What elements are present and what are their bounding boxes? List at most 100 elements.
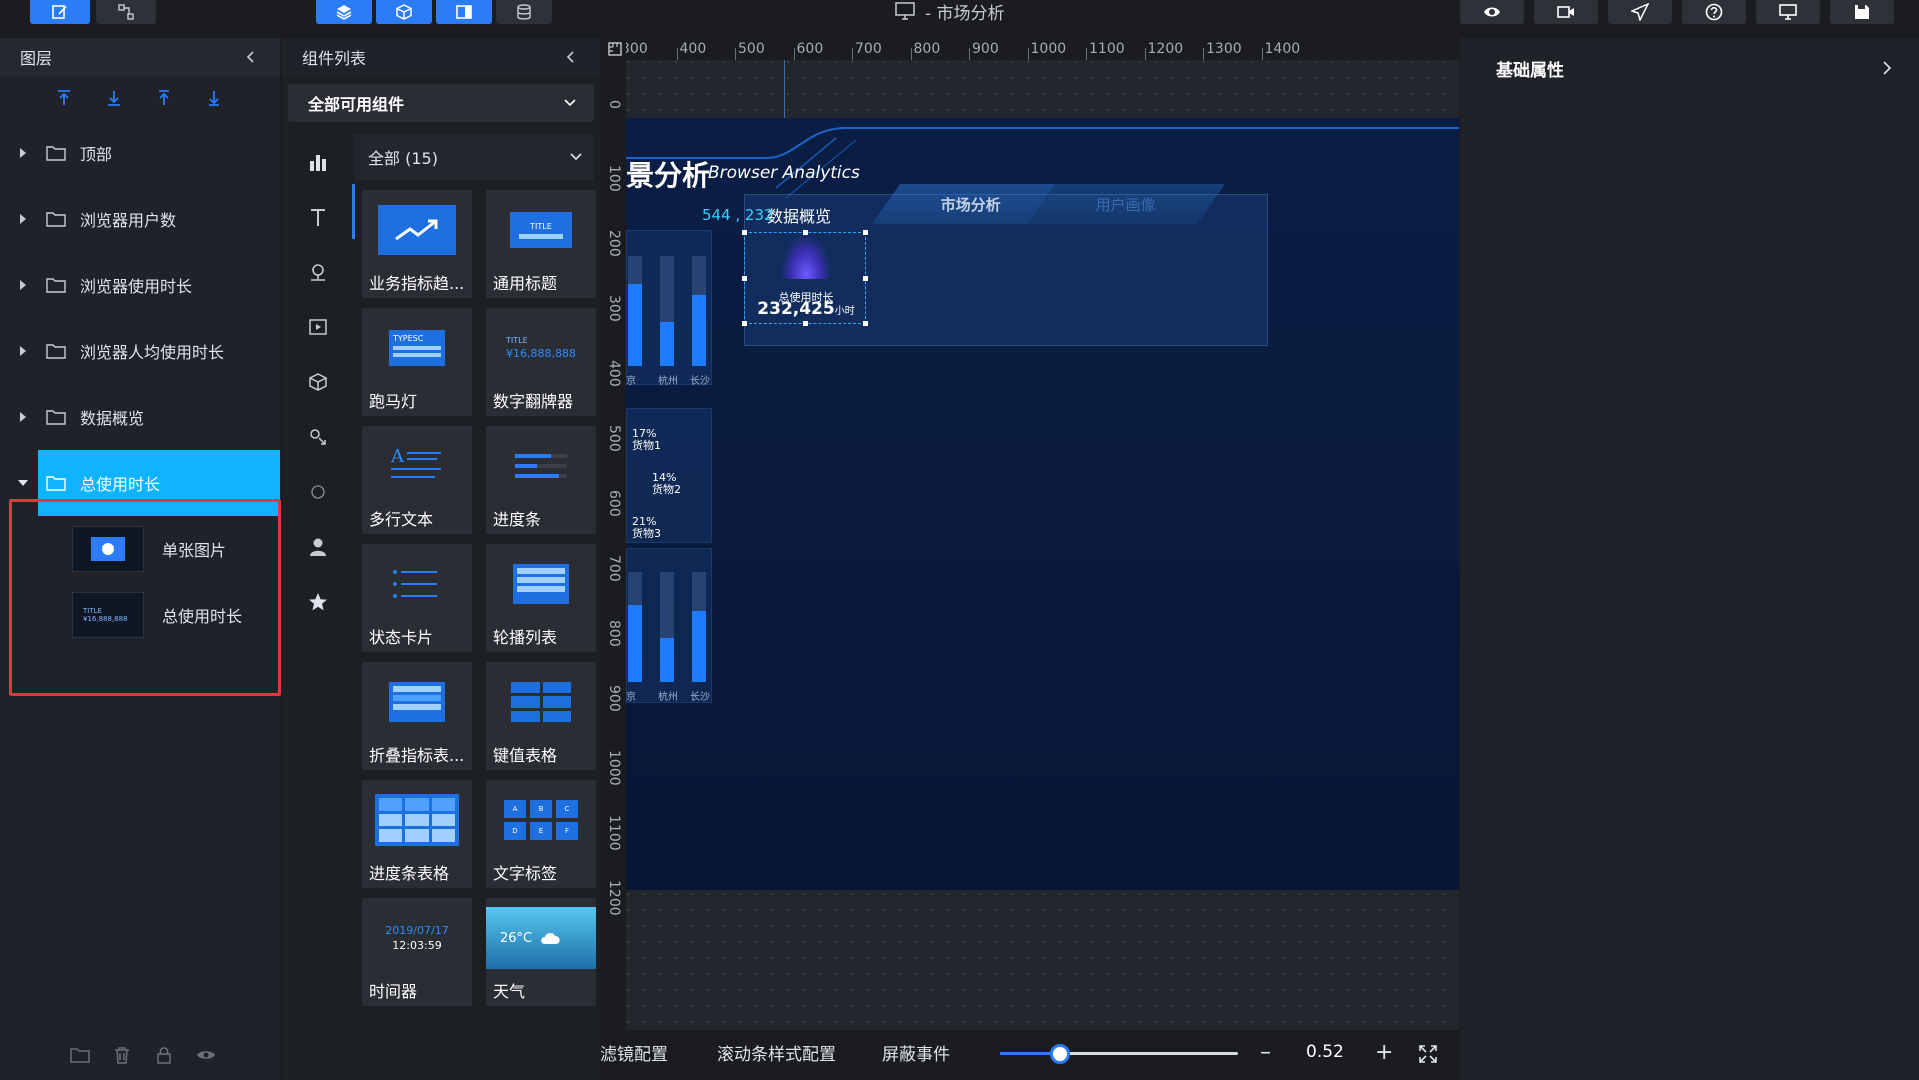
properties-header[interactable]: 基础属性 [1460, 38, 1919, 98]
bar-label: 长沙 [690, 692, 710, 703]
caret-right-icon[interactable] [16, 212, 30, 226]
preview-tag: C [556, 800, 578, 818]
resize-handle[interactable] [863, 230, 868, 235]
mask-events-button[interactable]: 屏蔽事件 [882, 1040, 950, 1065]
layer-item[interactable]: 总使用时长 [0, 450, 280, 516]
component-source-select[interactable]: 全部可用组件 [288, 84, 594, 122]
collapse-left-icon[interactable] [564, 50, 578, 64]
move-top-button[interactable] [52, 86, 76, 110]
move-up-button[interactable] [152, 86, 176, 110]
save-button[interactable] [1830, 0, 1894, 24]
component-card[interactable]: TITLE ¥16,888,888 数字翻牌器 [486, 308, 596, 416]
layer-child-item[interactable]: TITLE ¥16,888,888 总使用时长 [0, 582, 280, 648]
layer-item[interactable]: 浏览器人均使用时长 [0, 318, 280, 384]
layer-item[interactable]: 数据概览 [0, 384, 280, 450]
category-cube[interactable] [282, 354, 354, 409]
zoom-slider-handle[interactable] [1049, 1044, 1070, 1064]
category-user[interactable] [282, 519, 354, 574]
zoom-out-button[interactable]: – [1260, 1040, 1271, 1065]
collapse-left-icon[interactable] [244, 50, 258, 64]
component-card[interactable]: 轮播列表 [486, 544, 596, 652]
resize-handle[interactable] [742, 276, 747, 281]
component-card[interactable]: 进度条 [486, 426, 596, 534]
layer-item[interactable]: 顶部 [0, 120, 280, 186]
folder-icon [46, 476, 66, 491]
pie-label: 21% 货物3 [632, 516, 661, 540]
edit-mode-button[interactable] [30, 0, 90, 24]
selected-widget[interactable]: 总使用时长 232,425小时 [742, 230, 868, 326]
record-button[interactable] [1534, 0, 1598, 24]
resize-handle[interactable] [742, 230, 747, 235]
database-icon [517, 4, 531, 20]
resize-handle[interactable] [863, 321, 868, 326]
layer-child-item[interactable]: 单张图片 [0, 516, 280, 582]
component-card[interactable]: 键值表格 [486, 662, 596, 770]
component-preview: TYPESC [362, 308, 472, 388]
screen-settings-button[interactable] [1756, 0, 1820, 24]
component-card[interactable]: TITLE 通用标题 [486, 190, 596, 298]
caret-down-icon[interactable] [16, 476, 30, 490]
scrollbar-style-button[interactable]: 滚动条样式配置 [717, 1040, 836, 1065]
category-media[interactable] [282, 299, 354, 354]
component-card[interactable]: 业务指标趋... [362, 190, 472, 298]
horizontal-ruler[interactable]: 300 400 500 600 700 800 900 1000 1100 1200 1300 140… [626, 38, 1459, 60]
component-filter-select[interactable]: 全部 (15) [354, 134, 594, 180]
resize-handle[interactable] [803, 321, 808, 326]
monitor-icon [895, 2, 915, 20]
pie-label: 14% 货物2 [652, 472, 681, 496]
new-group-button[interactable] [70, 1045, 90, 1065]
zoom-slider[interactable] [1000, 1052, 1238, 1055]
category-interaction[interactable] [282, 409, 354, 464]
category-text[interactable] [282, 189, 354, 244]
move-down-button[interactable] [202, 86, 226, 110]
lock-layer-button[interactable] [154, 1045, 174, 1065]
resize-handle[interactable] [742, 321, 747, 326]
caret-right-icon[interactable] [16, 344, 30, 358]
ruler-y-tick: 500 [606, 425, 622, 452]
ruler-x-mark [1027, 48, 1029, 60]
datasource-button[interactable] [496, 0, 552, 24]
resize-handle[interactable] [803, 230, 808, 235]
move-bottom-button[interactable] [102, 86, 126, 110]
component-card[interactable]: A 多行文本 [362, 426, 472, 534]
help-button[interactable] [1682, 0, 1746, 24]
vertical-ruler[interactable]: 0 100 200 300 400 500 600 700 800 900 1000 1100 1200 [604, 60, 626, 1030]
delete-layer-button[interactable] [112, 1045, 132, 1065]
component-preview: 2019/07/17 12:03:59 [362, 898, 472, 978]
category-bar-chart[interactable] [282, 134, 354, 189]
category-circle[interactable] [282, 464, 354, 519]
caret-right-icon[interactable] [16, 278, 30, 292]
category-star[interactable] [282, 574, 354, 629]
layers-panel-title: 图层 [20, 49, 53, 68]
ruler-corner[interactable] [604, 38, 626, 60]
ruler-x-tick: 1200 [1147, 41, 1184, 57]
preview-button[interactable] [1460, 0, 1524, 24]
resize-handle[interactable] [863, 276, 868, 281]
layers-toggle-button[interactable] [316, 0, 372, 24]
category-map-pin[interactable] [282, 244, 354, 299]
preview-flip-title: TITLE [506, 336, 528, 345]
component-card[interactable]: TYPESC 跑马灯 [362, 308, 472, 416]
component-card[interactable]: 状态卡片 [362, 544, 472, 652]
lock-icon [157, 1047, 171, 1064]
layer-item[interactable]: 浏览器使用时长 [0, 252, 280, 318]
props-toggle-button[interactable] [436, 0, 492, 24]
component-card[interactable]: 26°C 天气 [486, 898, 596, 1006]
component-card[interactable]: 进度条表格 [362, 780, 472, 888]
fullscreen-icon[interactable] [1418, 1044, 1438, 1064]
component-card[interactable]: 折叠指标表... [362, 662, 472, 770]
toggle-visibility-button[interactable] [196, 1045, 216, 1065]
design-canvas[interactable]: 3004005006007008009001000110012001300140… [604, 38, 1459, 1030]
publish-button[interactable] [1608, 0, 1672, 24]
component-card[interactable]: 2019/07/17 12:03:59 时间器 [362, 898, 472, 1006]
preview-flip-value: ¥16,888,888 [506, 347, 576, 360]
caret-right-icon[interactable] [16, 410, 30, 424]
filter-config-button[interactable]: 滤镜配置 [600, 1040, 668, 1065]
zoom-in-button[interactable]: + [1375, 1040, 1393, 1065]
blueprint-mode-button[interactable] [96, 0, 156, 24]
component-card[interactable]: A B C D E F 文字标签 [486, 780, 596, 888]
caret-right-icon[interactable] [16, 146, 30, 160]
components-toggle-button[interactable] [376, 0, 432, 24]
layer-item[interactable]: 浏览器用户数 [0, 186, 280, 252]
chevron-down-icon [564, 99, 576, 107]
